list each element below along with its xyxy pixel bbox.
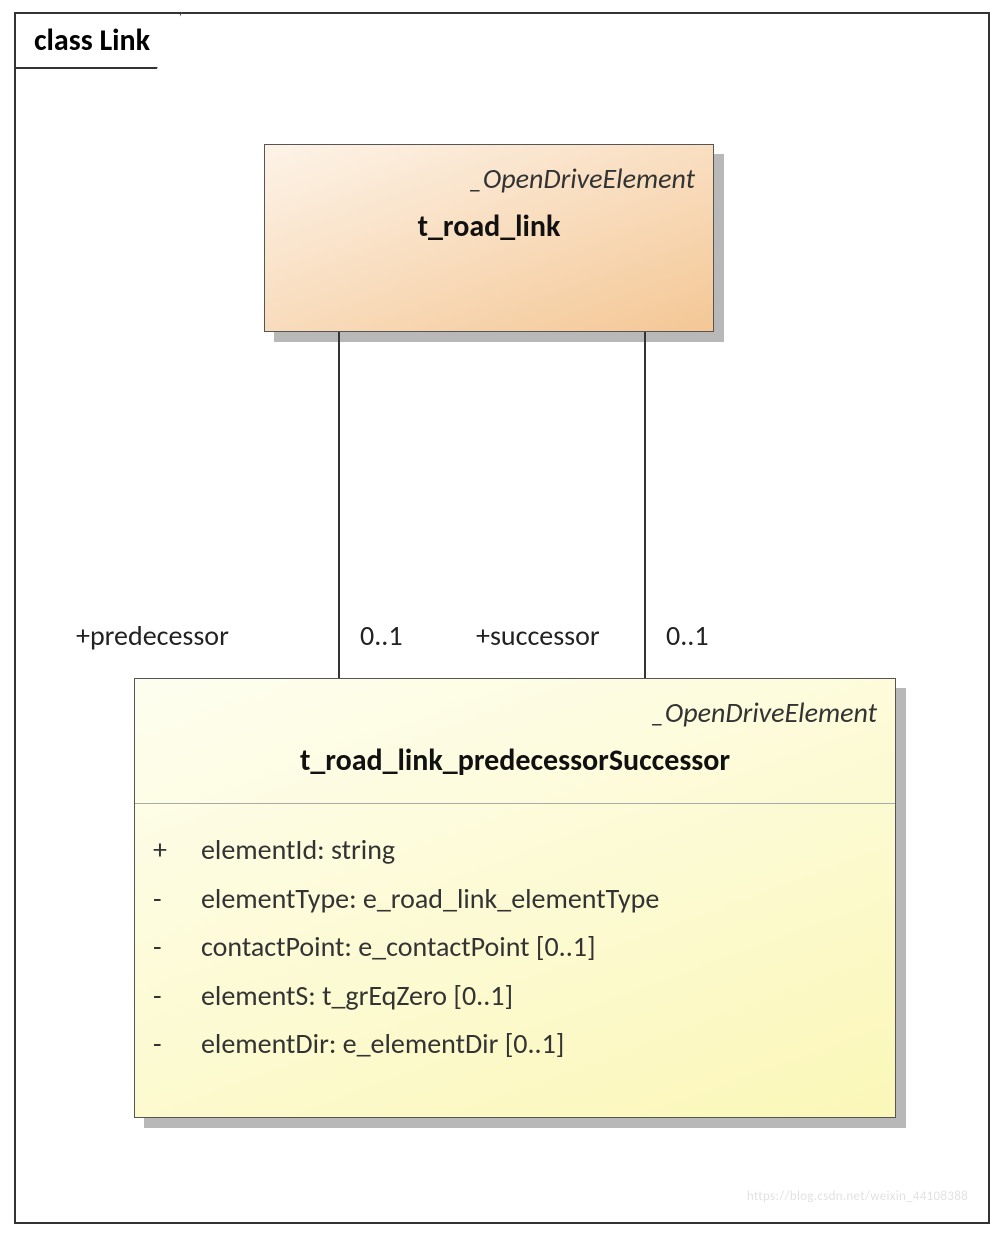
class-t-road-link: _OpenDriveElement t_road_link bbox=[264, 144, 714, 332]
stereotype-label: _OpenDriveElement bbox=[135, 679, 895, 736]
frame-title: class Link bbox=[14, 12, 182, 69]
class-name: t_road_link_predecessorSuccessor bbox=[135, 736, 895, 803]
mult-predecessor: 0..1 bbox=[360, 618, 403, 653]
assoc-line-successor bbox=[644, 332, 646, 678]
role-predecessor: +predecessor bbox=[76, 618, 229, 653]
visibility: - bbox=[153, 1024, 201, 1065]
attribute-compartment: + elementId: string - elementType: e_roa… bbox=[135, 804, 895, 1095]
visibility: - bbox=[153, 927, 201, 968]
mult-successor: 0..1 bbox=[666, 618, 709, 653]
attribute-text: contactPoint: e_contactPoint [0..1] bbox=[201, 927, 596, 968]
attribute-row: - elementDir: e_elementDir [0..1] bbox=[153, 1024, 877, 1065]
attribute-text: elementType: e_road_link_elementType bbox=[201, 879, 659, 920]
attribute-text: elementDir: e_elementDir [0..1] bbox=[201, 1024, 564, 1065]
attribute-text: elementId: string bbox=[201, 830, 395, 871]
class-name: t_road_link bbox=[265, 202, 713, 269]
assoc-line-predecessor bbox=[338, 332, 340, 678]
visibility: - bbox=[153, 976, 201, 1017]
attribute-row: + elementId: string bbox=[153, 830, 877, 871]
diagram-frame: class Link _OpenDriveElement t_road_link… bbox=[14, 12, 990, 1224]
stereotype-label: _OpenDriveElement bbox=[265, 145, 713, 202]
visibility: + bbox=[153, 830, 201, 871]
attribute-text: elementS: t_grEqZero [0..1] bbox=[201, 976, 513, 1017]
attribute-row: - contactPoint: e_contactPoint [0..1] bbox=[153, 927, 877, 968]
attribute-row: - elementType: e_road_link_elementType bbox=[153, 879, 877, 920]
attribute-row: - elementS: t_grEqZero [0..1] bbox=[153, 976, 877, 1017]
watermark: https://blog.csdn.net/weixin_44108388 bbox=[747, 1189, 968, 1204]
class-t-road-link-predecessor-successor: _OpenDriveElement t_road_link_predecesso… bbox=[134, 678, 896, 1118]
visibility: - bbox=[153, 879, 201, 920]
role-successor: +successor bbox=[476, 618, 600, 653]
